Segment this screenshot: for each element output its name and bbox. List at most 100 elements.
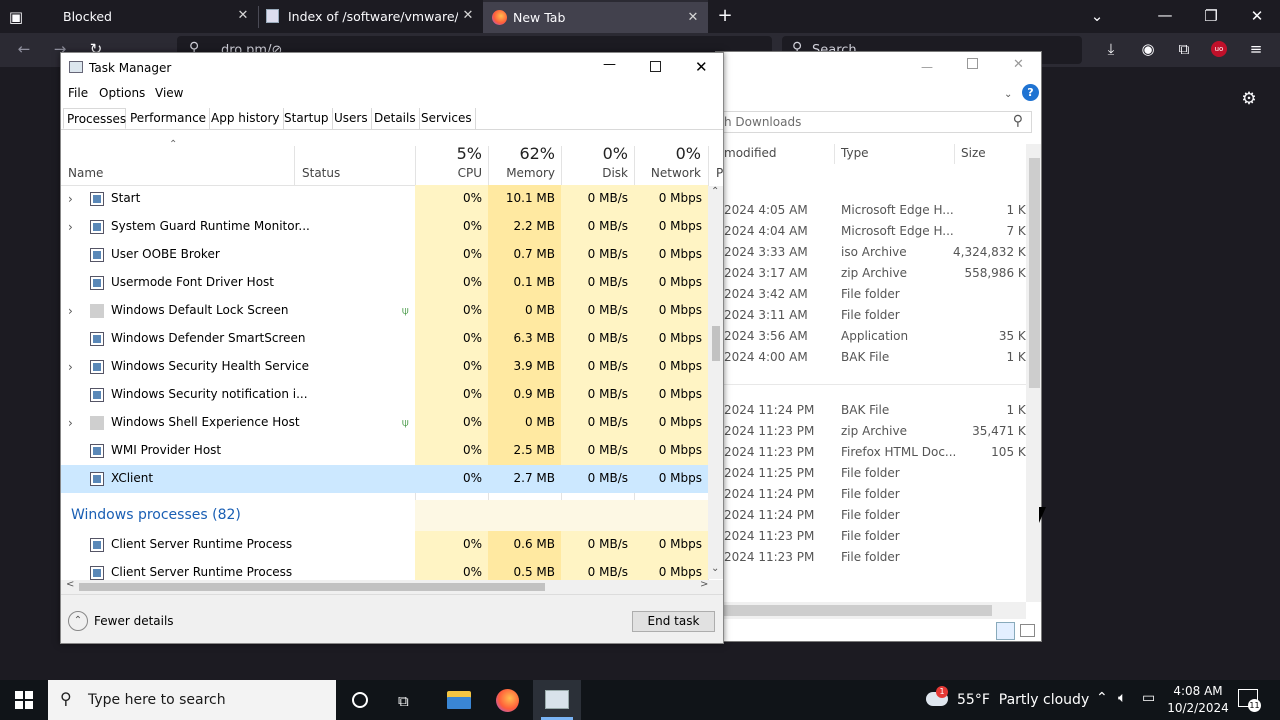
group-header-windows-processes[interactable]: Windows processes (82) xyxy=(61,500,708,532)
process-row[interactable]: User OOBE Broker 0% 0.7 MB 0 MB/s 0 Mbps xyxy=(61,241,708,269)
maximize-icon[interactable] xyxy=(967,58,978,69)
chevron-right-icon[interactable]: › xyxy=(68,192,78,206)
file-row[interactable]: 2024 11:23 PM zip Archive 35,471 KB xyxy=(716,421,1036,442)
minimize-icon[interactable]: — xyxy=(1155,5,1175,25)
file-row[interactable]: 2024 11:23 PM Firefox HTML Doc... 105 KB xyxy=(716,442,1036,463)
scroll-thumb[interactable] xyxy=(1029,158,1040,388)
tab-processes[interactable]: Processes xyxy=(63,108,126,129)
speaker-muted-icon[interactable]: 🔈︎ xyxy=(1118,690,1126,706)
clock-date[interactable]: 10/2/2024 xyxy=(1166,701,1230,715)
ublock-icon[interactable]: uo xyxy=(1211,41,1227,57)
tab-performance[interactable]: Performance xyxy=(127,108,211,129)
details-view-icon[interactable] xyxy=(996,622,1015,640)
file-row[interactable]: 2024 11:24 PM BAK File 1 KB xyxy=(716,400,1036,421)
chevron-right-icon[interactable]: › xyxy=(68,304,78,318)
chevron-right-icon[interactable]: › xyxy=(68,360,78,374)
maximize-icon[interactable] xyxy=(650,61,661,72)
tab-list-icon[interactable]: ▣ xyxy=(6,7,26,27)
tab-startup[interactable]: Startup xyxy=(281,108,333,129)
close-icon[interactable]: ✕ xyxy=(236,9,250,23)
process-row-selected[interactable]: XClient 0% 2.7 MB 0 MB/s 0 Mbps xyxy=(61,465,708,493)
minimize-icon[interactable]: — xyxy=(603,57,616,72)
process-row[interactable]: › Windows Security Health Service 0% 3.9 MB… xyxy=(61,353,708,381)
windows-start-icon[interactable] xyxy=(15,691,33,709)
menu-file[interactable]: File xyxy=(68,86,88,100)
weather-text[interactable]: 55°F Partly cloudy xyxy=(957,692,1089,708)
file-row[interactable]: 2024 11:24 PM File folder xyxy=(716,505,1036,526)
column-memory[interactable]: Memory xyxy=(488,166,555,180)
file-row[interactable]: 2024 3:56 AM Application 35 KB xyxy=(716,326,1036,347)
tab-users[interactable]: Users xyxy=(331,108,372,129)
file-row[interactable]: 2024 3:11 AM File folder xyxy=(716,305,1036,326)
menu-options[interactable]: Options xyxy=(99,86,145,100)
notification-center-icon[interactable]: 11 xyxy=(1238,689,1261,712)
process-horizontal-scrollbar[interactable]: < > xyxy=(61,579,723,594)
close-icon[interactable]: ✕ xyxy=(1013,57,1024,72)
close-icon[interactable]: ✕ xyxy=(695,58,708,76)
file-row[interactable]: 2024 11:23 PM File folder xyxy=(716,526,1036,547)
close-icon[interactable]: ✕ xyxy=(461,9,475,23)
column-disk[interactable]: Disk xyxy=(561,166,628,180)
process-row[interactable]: › Windows Default Lock Screen ⍦ 0% 0 MB 0 MB/… xyxy=(61,297,708,325)
menu-view[interactable]: View xyxy=(155,86,183,100)
close-window-icon[interactable]: ✕ xyxy=(1247,6,1267,26)
column-size[interactable]: Size xyxy=(961,146,986,160)
chevron-right-icon[interactable]: › xyxy=(68,416,78,430)
fewer-details-link[interactable]: Fewer details xyxy=(94,614,174,628)
tab-blocked[interactable]: Blocked ✕ xyxy=(33,0,258,33)
tab-details[interactable]: Details xyxy=(371,108,420,129)
column-cpu[interactable]: CPU xyxy=(415,166,482,180)
help-icon[interactable]: ? xyxy=(1022,84,1039,101)
column-status[interactable]: Status xyxy=(302,166,340,180)
taskbar-search-box[interactable]: ⚲ Type here to search xyxy=(48,680,336,720)
column-date-modified[interactable]: modified xyxy=(724,146,777,160)
file-row[interactable]: 2024 11:24 PM File folder xyxy=(716,484,1036,505)
large-icons-view-icon[interactable] xyxy=(1020,624,1035,637)
file-row[interactable]: 2024 3:42 AM File folder xyxy=(716,284,1036,305)
back-icon[interactable]: ← xyxy=(14,39,34,59)
scroll-right-icon[interactable]: > xyxy=(700,579,708,590)
file-row[interactable]: 2024 4:04 AM Microsoft Edge H... 7 KB xyxy=(716,221,1036,242)
column-type[interactable]: Type xyxy=(841,146,869,160)
process-row[interactable]: WMI Provider Host 0% 2.5 MB 0 MB/s 0 Mbps xyxy=(61,437,708,465)
end-task-button[interactable]: End task xyxy=(632,611,715,632)
scroll-down-icon[interactable]: ⌄ xyxy=(711,563,719,574)
new-tab-icon[interactable]: + xyxy=(715,6,735,26)
chevron-down-icon[interactable]: ⌄ xyxy=(1004,89,1012,100)
chevron-right-icon[interactable]: › xyxy=(68,220,78,234)
tab-services[interactable]: Services xyxy=(418,108,476,129)
explorer-search-box[interactable]: h Downloads ⚲ xyxy=(716,111,1032,133)
file-row[interactable]: 2024 3:33 AM iso Archive 4,324,832 KB xyxy=(716,242,1036,263)
file-explorer-icon[interactable] xyxy=(447,691,471,709)
tab-app-history[interactable]: App history xyxy=(208,108,284,129)
process-row[interactable]: › Windows Shell Experience Host ⍦ 0% 0 MB 0 M… xyxy=(61,409,708,437)
scroll-thumb[interactable] xyxy=(79,583,545,591)
downloads-icon[interactable]: ⤓ xyxy=(1101,39,1121,59)
file-row[interactable]: 2024 11:23 PM File folder xyxy=(716,547,1036,568)
process-row[interactable]: Windows Defender SmartScreen 0% 6.3 MB 0 MB… xyxy=(61,325,708,353)
taskbar-task-manager-active[interactable] xyxy=(533,680,581,720)
process-row[interactable]: › System Guard Runtime Monitor... 0% 2.2 MB… xyxy=(61,213,708,241)
collapse-chevron-icon[interactable]: ⌃ xyxy=(68,611,88,631)
chevron-up-icon[interactable]: ⌃ xyxy=(1096,690,1108,706)
cortana-icon[interactable] xyxy=(352,692,368,708)
scroll-up-icon[interactable]: ⌃ xyxy=(711,186,719,197)
clock-time[interactable]: 4:08 AM xyxy=(1172,684,1224,698)
file-row[interactable]: 2024 4:05 AM Microsoft Edge H... 1 KB xyxy=(716,200,1036,221)
explorer-horizontal-scrollbar[interactable] xyxy=(716,602,1026,619)
scroll-thumb[interactable] xyxy=(716,605,992,616)
process-vertical-scrollbar[interactable]: ⌃ ⌄ xyxy=(708,186,723,579)
scroll-thumb[interactable] xyxy=(712,326,720,361)
file-row[interactable]: 2024 11:25 PM File folder xyxy=(716,463,1036,484)
restore-icon[interactable]: ❐ xyxy=(1201,6,1221,26)
weather-icon[interactable]: 1 xyxy=(926,686,950,710)
network-icon[interactable]: ▭ xyxy=(1142,690,1155,706)
task-view-icon[interactable]: ⧉ xyxy=(398,692,409,710)
explorer-vertical-scrollbar[interactable] xyxy=(1026,144,1041,602)
column-name[interactable]: Name xyxy=(68,166,103,180)
close-icon[interactable]: ✕ xyxy=(686,11,700,25)
firefox-icon[interactable] xyxy=(496,689,519,712)
process-row[interactable]: › Start 0% 10.1 MB 0 MB/s 0 Mbps xyxy=(61,185,708,213)
menu-icon[interactable]: ≡ xyxy=(1246,39,1266,59)
tab-new-tab[interactable]: New Tab ✕ xyxy=(483,0,708,33)
